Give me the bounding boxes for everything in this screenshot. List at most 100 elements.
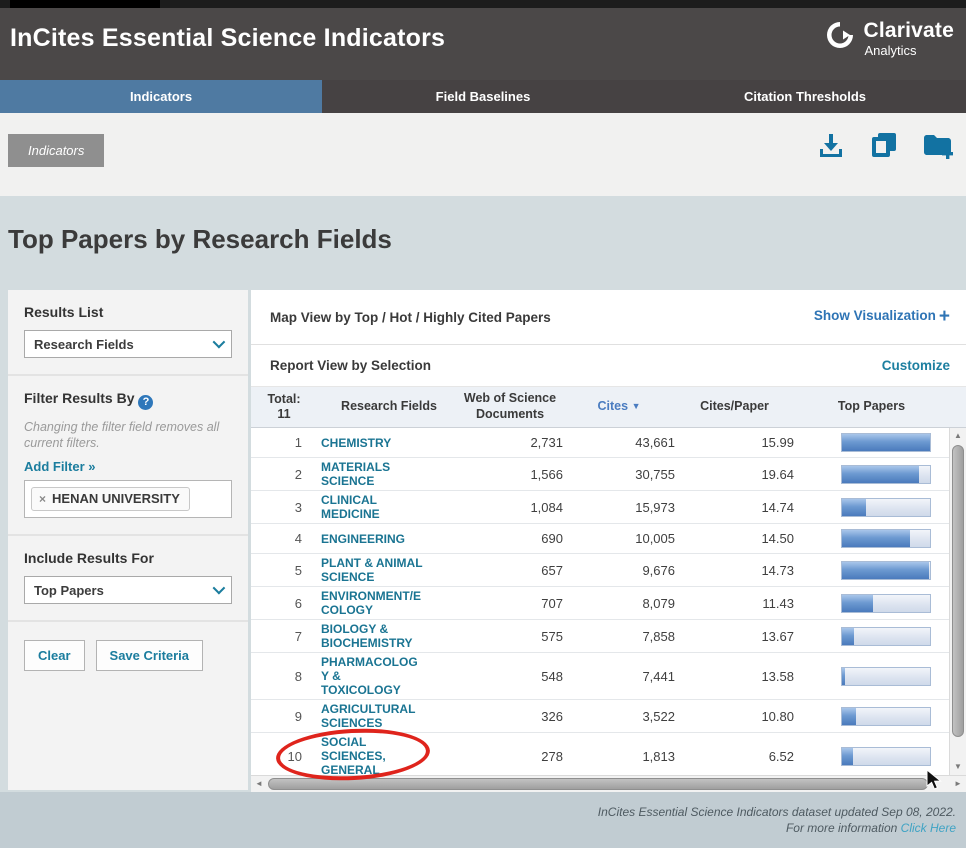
cites-value: 9,676 (642, 562, 675, 578)
add-filter-link[interactable]: Add Filter » (24, 459, 96, 474)
clarivate-brand: Clarivate Analytics (825, 20, 954, 57)
wos-documents-value: 326 (541, 708, 563, 724)
wos-documents-value: 278 (541, 748, 563, 764)
filter-results-by-label: Filter Results By? (24, 390, 232, 410)
table-row[interactable]: 10 SOCIAL SCIENCES, GENERAL 278 1,813 6.… (251, 733, 966, 775)
chevron-down-icon (212, 581, 226, 595)
research-field-link[interactable]: MATERIALS SCIENCE (309, 460, 457, 488)
map-view-label: Map View by Top / Hot / Highly Cited Pap… (270, 309, 551, 325)
include-results-select[interactable]: Top Papers (24, 576, 232, 605)
show-visualization-link[interactable]: Show Visualization + (814, 306, 950, 328)
top-papers-bar-cell (794, 529, 949, 548)
col-cites-per-paper[interactable]: Cites/Paper (675, 399, 794, 415)
table-row[interactable]: 9 AGRICULTURAL SCIENCES 326 3,522 10.80 (251, 700, 966, 733)
cites-value: 8,079 (642, 595, 675, 611)
scroll-up-icon[interactable]: ▲ (950, 428, 966, 444)
top-papers-bar-fill (842, 667, 845, 685)
top-papers-bar-fill (842, 530, 910, 547)
clear-button[interactable]: Clear (24, 640, 85, 672)
research-field-link[interactable]: CHEMISTRY (309, 436, 457, 450)
top-papers-bar (841, 746, 931, 766)
vertical-scroll-thumb[interactable] (952, 445, 964, 737)
page-title: Top Papers by Research Fields (8, 224, 392, 254)
top-papers-bar-fill (842, 561, 930, 579)
table-row[interactable]: 6 ENVIRONMENT/E COLOGY 707 8,079 11.43 (251, 587, 966, 620)
click-here-link[interactable]: Click Here (901, 821, 956, 835)
research-field-link[interactable]: ENVIRONMENT/E COLOGY (309, 589, 457, 617)
add-folder-icon[interactable] (922, 130, 953, 160)
research-field-link[interactable]: ENGINEERING (309, 532, 457, 546)
col-top-papers[interactable]: Top Papers (794, 399, 949, 415)
table-row[interactable]: 8 PHARMACOLOG Y & TOXICOLOGY 548 7,441 1… (251, 653, 966, 700)
research-field-link[interactable]: SOCIAL SCIENCES, GENERAL (309, 735, 457, 775)
table-row[interactable]: 5 PLANT & ANIMAL SCIENCE 657 9,676 14.73 (251, 554, 966, 587)
remove-filter-icon[interactable]: × (39, 492, 46, 506)
top-papers-bar-cell (794, 746, 949, 766)
table-row[interactable]: 2 MATERIALS SCIENCE 1,566 30,755 19.64 (251, 458, 966, 491)
tab-indicators[interactable]: Indicators (0, 80, 322, 113)
cites-per-paper-value: 14.50 (761, 531, 794, 546)
help-icon[interactable]: ? (138, 395, 154, 410)
top-papers-bar-fill (842, 465, 919, 483)
top-papers-bar-fill (842, 707, 857, 725)
row-rank: 7 (294, 628, 302, 644)
main-tab-bar: Indicators Field Baselines Citation Thre… (0, 80, 966, 113)
top-papers-bar-cell (794, 593, 949, 613)
top-papers-bar-cell (794, 666, 949, 686)
tab-field-baselines[interactable]: Field Baselines (322, 80, 644, 113)
sidebar-buttons: Clear Save Criteria (8, 622, 248, 689)
research-field-link[interactable]: CLINICAL MEDICINE (309, 493, 457, 521)
tab-citation-thresholds[interactable]: Citation Thresholds (644, 80, 966, 113)
col-cites-sorted[interactable]: Cites ▼ (563, 399, 675, 415)
include-results-section: Include Results For Top Papers (8, 536, 248, 623)
scroll-down-icon[interactable]: ▼ (950, 759, 966, 775)
mouse-cursor (926, 768, 943, 796)
filter-note: Changing the filter field removes all cu… (24, 420, 220, 450)
table-row[interactable]: 7 BIOLOGY & BIOCHEMISTRY 575 7,858 13.67 (251, 620, 966, 653)
research-field-link[interactable]: PLANT & ANIMAL SCIENCE (309, 556, 457, 584)
col-wos-documents[interactable]: Web of Science Documents (457, 391, 563, 422)
top-papers-bar (841, 706, 931, 726)
top-papers-bar-fill (842, 594, 873, 612)
table-body: 1 CHEMISTRY 2,731 43,661 15.99 2 MATERIA… (251, 428, 966, 775)
top-papers-bar (841, 464, 931, 484)
results-list-select[interactable]: Research Fields (24, 330, 232, 358)
table-header: Total: 11 Research Fields Web of Science… (251, 387, 966, 428)
include-results-value: Top Papers (34, 582, 104, 598)
table-row[interactable]: 4 ENGINEERING 690 10,005 14.50 (251, 524, 966, 554)
filter-chip-label: HENAN UNIVERSITY (52, 491, 180, 507)
cites-value: 43,661 (635, 435, 675, 450)
breadcrumb[interactable]: Indicators (8, 134, 105, 167)
research-field-link[interactable]: AGRICULTURAL SCIENCES (309, 702, 457, 730)
cites-value: 15,973 (635, 499, 675, 515)
table-row[interactable]: 1 CHEMISTRY 2,731 43,661 15.99 (251, 428, 966, 458)
top-papers-bar-cell (794, 433, 949, 452)
cites-per-paper-value: 11.43 (762, 595, 794, 611)
top-papers-bar-fill (842, 498, 866, 516)
scroll-right-icon[interactable]: ► (950, 776, 966, 792)
toolbar (816, 130, 953, 160)
brand-name: Clarivate (863, 19, 954, 42)
download-icon[interactable] (816, 130, 846, 160)
filter-chip-box: × HENAN UNIVERSITY (24, 480, 232, 519)
save-criteria-button[interactable]: Save Criteria (95, 640, 204, 672)
research-field-link[interactable]: PHARMACOLOG Y & TOXICOLOGY (309, 655, 457, 697)
col-total: Total: 11 (267, 392, 301, 421)
table-row[interactable]: 3 CLINICAL MEDICINE 1,084 15,973 14.74 (251, 491, 966, 524)
top-papers-bar-cell (794, 497, 949, 517)
col-research-fields[interactable]: Research Fields (309, 399, 457, 415)
cites-value: 7,441 (642, 668, 675, 684)
cites-value: 30,755 (635, 466, 675, 482)
vertical-scrollbar[interactable]: ▲ ▼ (949, 428, 966, 775)
scroll-left-icon[interactable]: ◄ (251, 776, 267, 792)
include-results-label: Include Results For (24, 550, 154, 567)
research-field-link[interactable]: BIOLOGY & BIOCHEMISTRY (309, 622, 457, 650)
customize-link[interactable]: Customize (882, 358, 950, 373)
top-papers-bar-cell (794, 706, 949, 726)
dataset-updated-text: InCites Essential Science Indicators dat… (597, 805, 956, 819)
app-title: InCites Essential Science Indicators (10, 24, 446, 52)
cites-per-paper-value: 6.52 (768, 748, 794, 764)
horizontal-scrollbar[interactable]: ◄ ► (251, 775, 966, 792)
print-icon[interactable] (869, 130, 899, 160)
horizontal-scroll-thumb[interactable] (268, 778, 928, 790)
